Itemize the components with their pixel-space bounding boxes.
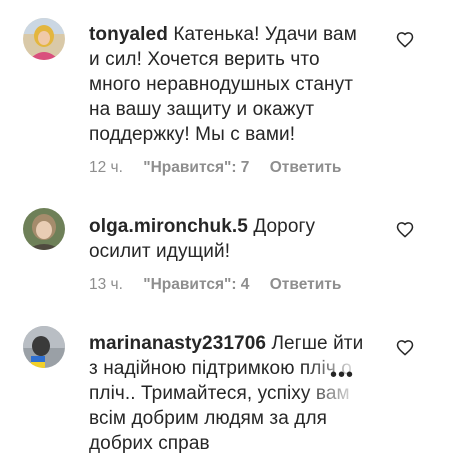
comment-meta: 12 ч. "Нравится": 7 Ответить — [89, 159, 357, 177]
comment-text-line: Легше йти — [271, 333, 364, 354]
comment-text-line: Катенька! Удачи вам — [173, 24, 357, 45]
reply-button[interactable]: Ответить — [270, 276, 342, 293]
comment-username[interactable]: marinanasty231706 — [89, 333, 266, 354]
comment-username[interactable]: olga.mironchuk.5 — [89, 216, 248, 237]
comment-meta: 13 ч. "Нравится": 4 Ответить — [89, 276, 357, 294]
comment-text-line: Дорогу — [253, 216, 316, 237]
comment-text-line: поддержку! Мы с вами! — [89, 124, 296, 145]
heart-outline-icon[interactable] — [396, 31, 414, 48]
comment-username[interactable]: tonyaled — [89, 24, 168, 45]
heart-outline-icon[interactable] — [396, 221, 414, 238]
avatar[interactable] — [23, 208, 65, 250]
comment-body: olga.mironchuk.5 Дорогу осилит идущий! — [89, 214, 389, 264]
more-dots-icon[interactable]: ••• — [330, 365, 354, 385]
comment-text-line: на вашу защиту и окажут — [89, 99, 315, 120]
comment-text-line: много неравнодушных станут — [89, 74, 354, 95]
heart-outline-icon[interactable] — [396, 339, 414, 356]
comment-likes[interactable]: "Нравится": 4 — [143, 276, 249, 293]
comment-text-line: осилит идущий! — [89, 241, 231, 262]
comment-text-line: и сил! Хочется верить что — [89, 49, 320, 70]
avatar[interactable] — [23, 18, 65, 60]
avatar-image — [23, 18, 65, 60]
avatar[interactable] — [23, 326, 65, 368]
comment-likes[interactable]: "Нравится": 7 — [143, 159, 249, 176]
comment-time[interactable]: 13 ч. — [89, 276, 123, 293]
comment-text-line: добрих справ — [89, 433, 210, 454]
comment-time[interactable]: 12 ч. — [89, 159, 123, 176]
reply-button[interactable]: Ответить — [270, 159, 342, 176]
avatar-image — [23, 208, 65, 250]
comment-body: tonyaled Катенька! Удачи вам и сил! Хоче… — [89, 22, 389, 147]
avatar-image — [23, 326, 65, 368]
